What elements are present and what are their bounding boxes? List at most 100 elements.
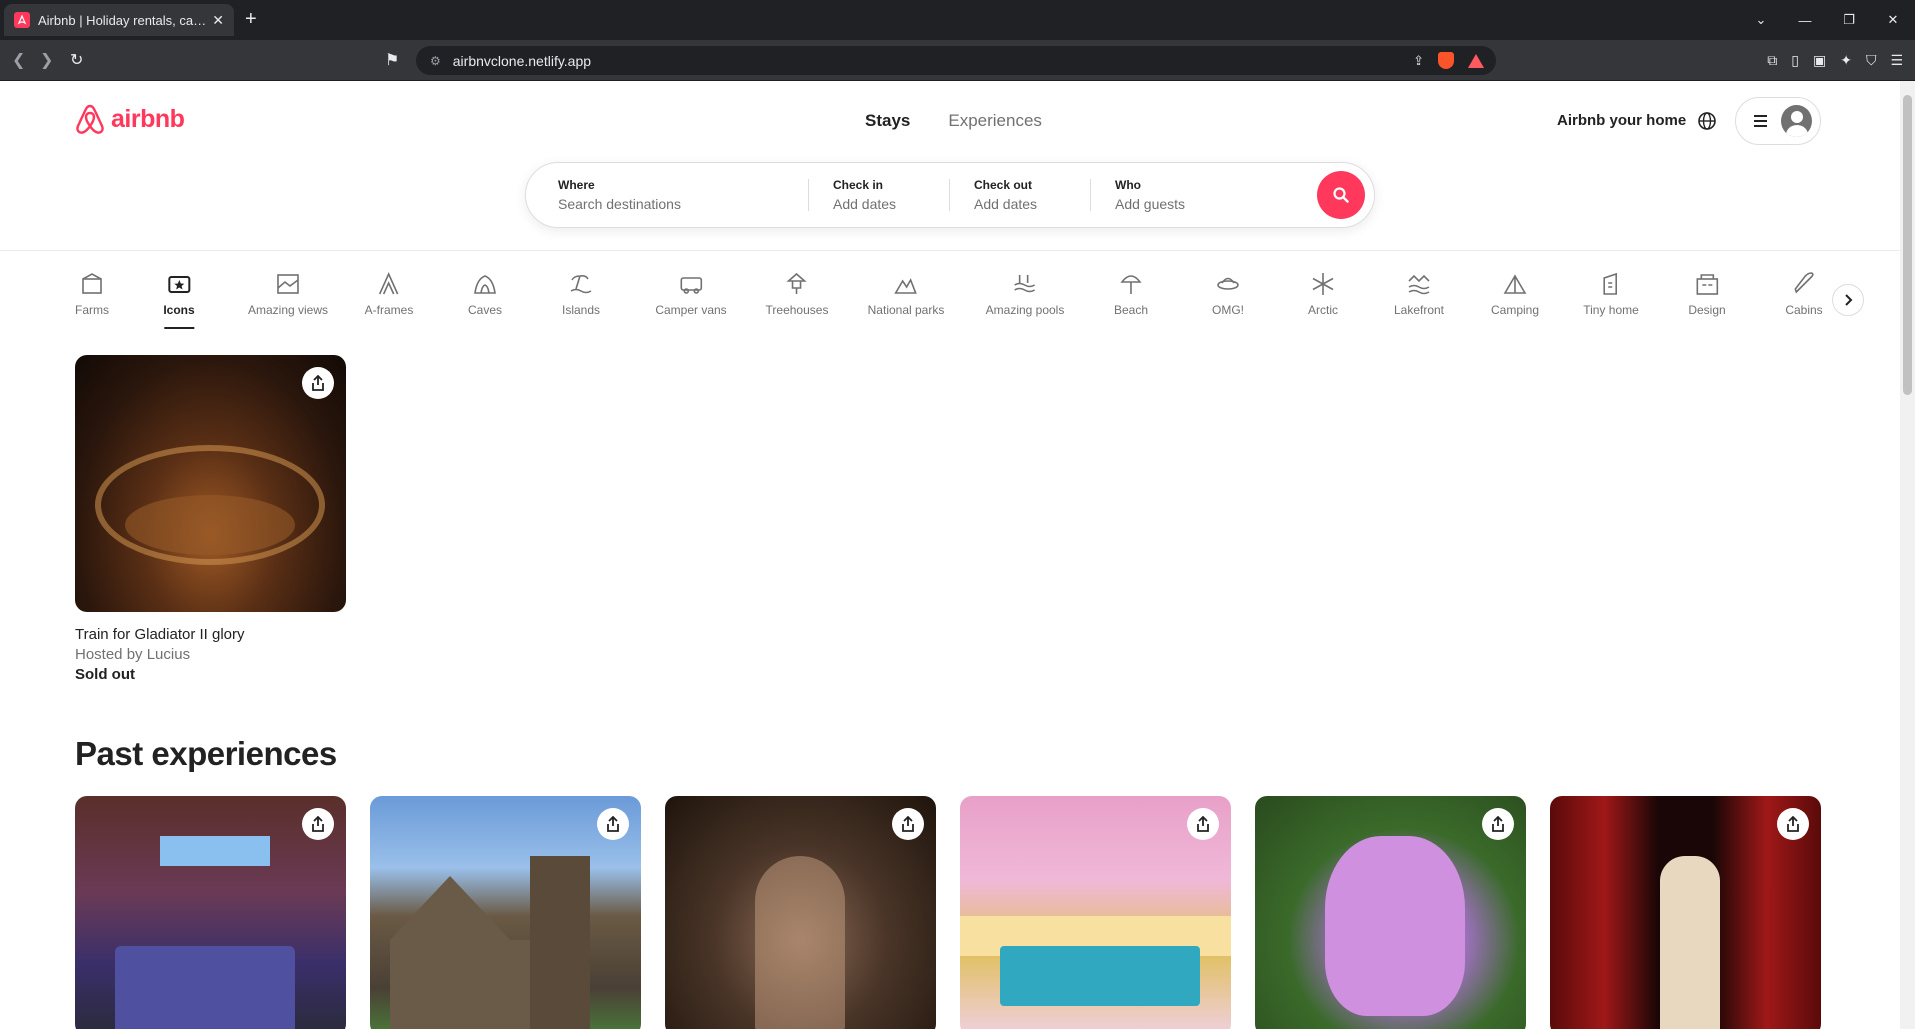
address-bar[interactable]: ⚙ airbnvclone.netlify.app ⇪ — [416, 46, 1496, 75]
past-experience-card[interactable] — [1255, 796, 1526, 1029]
browser-tab[interactable]: Airbnb | Holiday rentals, cabins ✕ — [4, 4, 234, 36]
search-button[interactable] — [1317, 171, 1365, 219]
forward-icon[interactable]: ❯ — [40, 50, 53, 70]
tab-stays[interactable]: Stays — [865, 111, 910, 131]
category-arctic[interactable]: Arctic — [1308, 271, 1338, 317]
reload-icon[interactable]: ↻ — [70, 50, 83, 70]
checkout-label: Check out — [974, 178, 1033, 192]
category-a-frames[interactable]: A-frames — [364, 271, 414, 317]
share-button[interactable] — [302, 367, 334, 399]
category-camping[interactable]: Camping — [1491, 271, 1539, 317]
category-amazing-pools[interactable]: Amazing pools — [986, 271, 1064, 317]
sidebar-icon[interactable]: ▯ — [1791, 52, 1799, 69]
category-farms[interactable]: Farms — [75, 271, 109, 317]
page: airbnb Stays Experiences Airbnb your hom… — [0, 81, 1900, 1029]
extensions-icon[interactable]: ⧉ — [1767, 52, 1777, 69]
share-button[interactable] — [1777, 808, 1809, 840]
wallet-icon[interactable]: ▣ — [1813, 52, 1826, 69]
category-beach[interactable]: Beach — [1114, 271, 1148, 317]
park-icon — [894, 278, 918, 294]
share-button[interactable] — [892, 808, 924, 840]
menu-icon[interactable]: ☰ — [1890, 52, 1903, 69]
card-host: Hosted by Lucius — [75, 646, 191, 663]
category-label: Tiny home — [1583, 303, 1639, 317]
category-omg[interactable]: OMG! — [1212, 271, 1244, 317]
back-icon[interactable]: ❮ — [12, 50, 25, 70]
checkin-field[interactable]: Check in Add dates — [809, 163, 949, 227]
tab-search-icon[interactable]: ⌄ — [1739, 12, 1783, 28]
search-bar: Where Search destinations Check in Add d… — [525, 162, 1375, 228]
next-categories-button[interactable] — [1832, 284, 1864, 316]
past-experience-card[interactable] — [665, 796, 936, 1029]
category-label: Farms — [75, 303, 109, 317]
category-design[interactable]: Design — [1688, 271, 1726, 317]
beach-icon — [1120, 275, 1142, 294]
past-experience-card[interactable] — [960, 796, 1231, 1029]
checkout-placeholder: Add dates — [974, 196, 1038, 212]
share-page-icon[interactable]: ⇪ — [1413, 53, 1424, 69]
category-amazing-views[interactable]: Amazing views — [248, 271, 328, 317]
close-window-button[interactable]: ✕ — [1871, 12, 1915, 28]
category-label: Treehouses — [765, 303, 829, 317]
who-field[interactable]: Who Add guests — [1091, 163, 1317, 227]
close-tab-icon[interactable]: ✕ — [212, 12, 224, 29]
share-button[interactable] — [597, 808, 629, 840]
airbnb-favicon-icon — [14, 12, 30, 28]
share-button[interactable] — [302, 808, 334, 840]
bookmark-icon[interactable]: ⚑ — [385, 50, 399, 70]
user-menu-button[interactable] — [1735, 97, 1821, 145]
globe-icon[interactable] — [1697, 111, 1717, 131]
brave-shield-icon[interactable] — [1438, 52, 1454, 69]
brave-rewards-icon[interactable] — [1468, 53, 1484, 68]
leo-ai-icon[interactable]: ✦ — [1840, 52, 1852, 69]
minimize-button[interactable]: — — [1783, 13, 1827, 28]
share-icon — [312, 816, 324, 832]
page-scrollbar[interactable] — [1900, 81, 1915, 1029]
gladiator-image[interactable] — [75, 355, 346, 612]
host-link[interactable]: Airbnb your home — [1557, 112, 1686, 129]
card-title: Train for Gladiator II glory — [75, 626, 245, 643]
checkin-label: Check in — [833, 178, 884, 192]
pool-icon — [1014, 275, 1036, 293]
vpn-icon[interactable]: ⛉ — [1866, 52, 1877, 69]
treehouse-icon — [786, 272, 808, 294]
featured-experience-card[interactable]: Train for Gladiator II glory Hosted by L… — [75, 355, 346, 683]
category-label: A-frames — [364, 303, 414, 317]
category-lakefront[interactable]: Lakefront — [1394, 271, 1444, 317]
share-button[interactable] — [1187, 808, 1219, 840]
category-caves[interactable]: Caves — [468, 271, 502, 317]
share-icon — [1492, 816, 1504, 832]
restore-button[interactable]: ❐ — [1827, 12, 1871, 28]
category-icons[interactable]: Icons — [163, 271, 195, 329]
hamburger-icon — [1754, 115, 1768, 127]
checkout-field[interactable]: Check out Add dates — [950, 163, 1090, 227]
site-settings-icon[interactable]: ⚙ — [430, 54, 441, 68]
category-camper-vans[interactable]: Camper vans — [655, 271, 727, 317]
view-icon — [277, 274, 299, 294]
category-national-parks[interactable]: National parks — [868, 271, 944, 317]
aframe-icon — [379, 272, 399, 295]
category-bar: Farms Icons Amazing views A-frames Caves Isla… — [62, 271, 1842, 361]
past-experiences-heading: Past experiences — [75, 735, 337, 772]
share-button[interactable] — [1482, 808, 1514, 840]
category-islands[interactable]: Islands — [562, 271, 600, 317]
where-field[interactable]: Where Search destinations — [526, 163, 808, 227]
category-label: Caves — [467, 303, 503, 317]
category-label: Camper vans — [655, 303, 727, 317]
logo-text: airbnb — [111, 104, 185, 133]
category-label: Lakefront — [1393, 303, 1445, 317]
airbnb-logo[interactable]: airbnb — [75, 103, 185, 135]
past-experience-card[interactable] — [370, 796, 641, 1029]
category-cabins[interactable]: Cabins — [1785, 271, 1823, 317]
category-treehouses[interactable]: Treehouses — [765, 271, 829, 317]
past-experience-card[interactable] — [1550, 796, 1821, 1029]
past-experience-card[interactable] — [75, 796, 346, 1029]
share-icon — [312, 375, 324, 391]
who-placeholder: Add guests — [1115, 196, 1186, 212]
category-tiny-home[interactable]: Tiny home — [1583, 271, 1639, 317]
scroll-thumb[interactable] — [1903, 95, 1912, 395]
tab-experiences[interactable]: Experiences — [948, 111, 1042, 131]
main-tabs: Stays Experiences — [865, 111, 1042, 131]
category-label: Icons — [163, 303, 195, 317]
new-tab-button[interactable]: + — [245, 8, 257, 30]
